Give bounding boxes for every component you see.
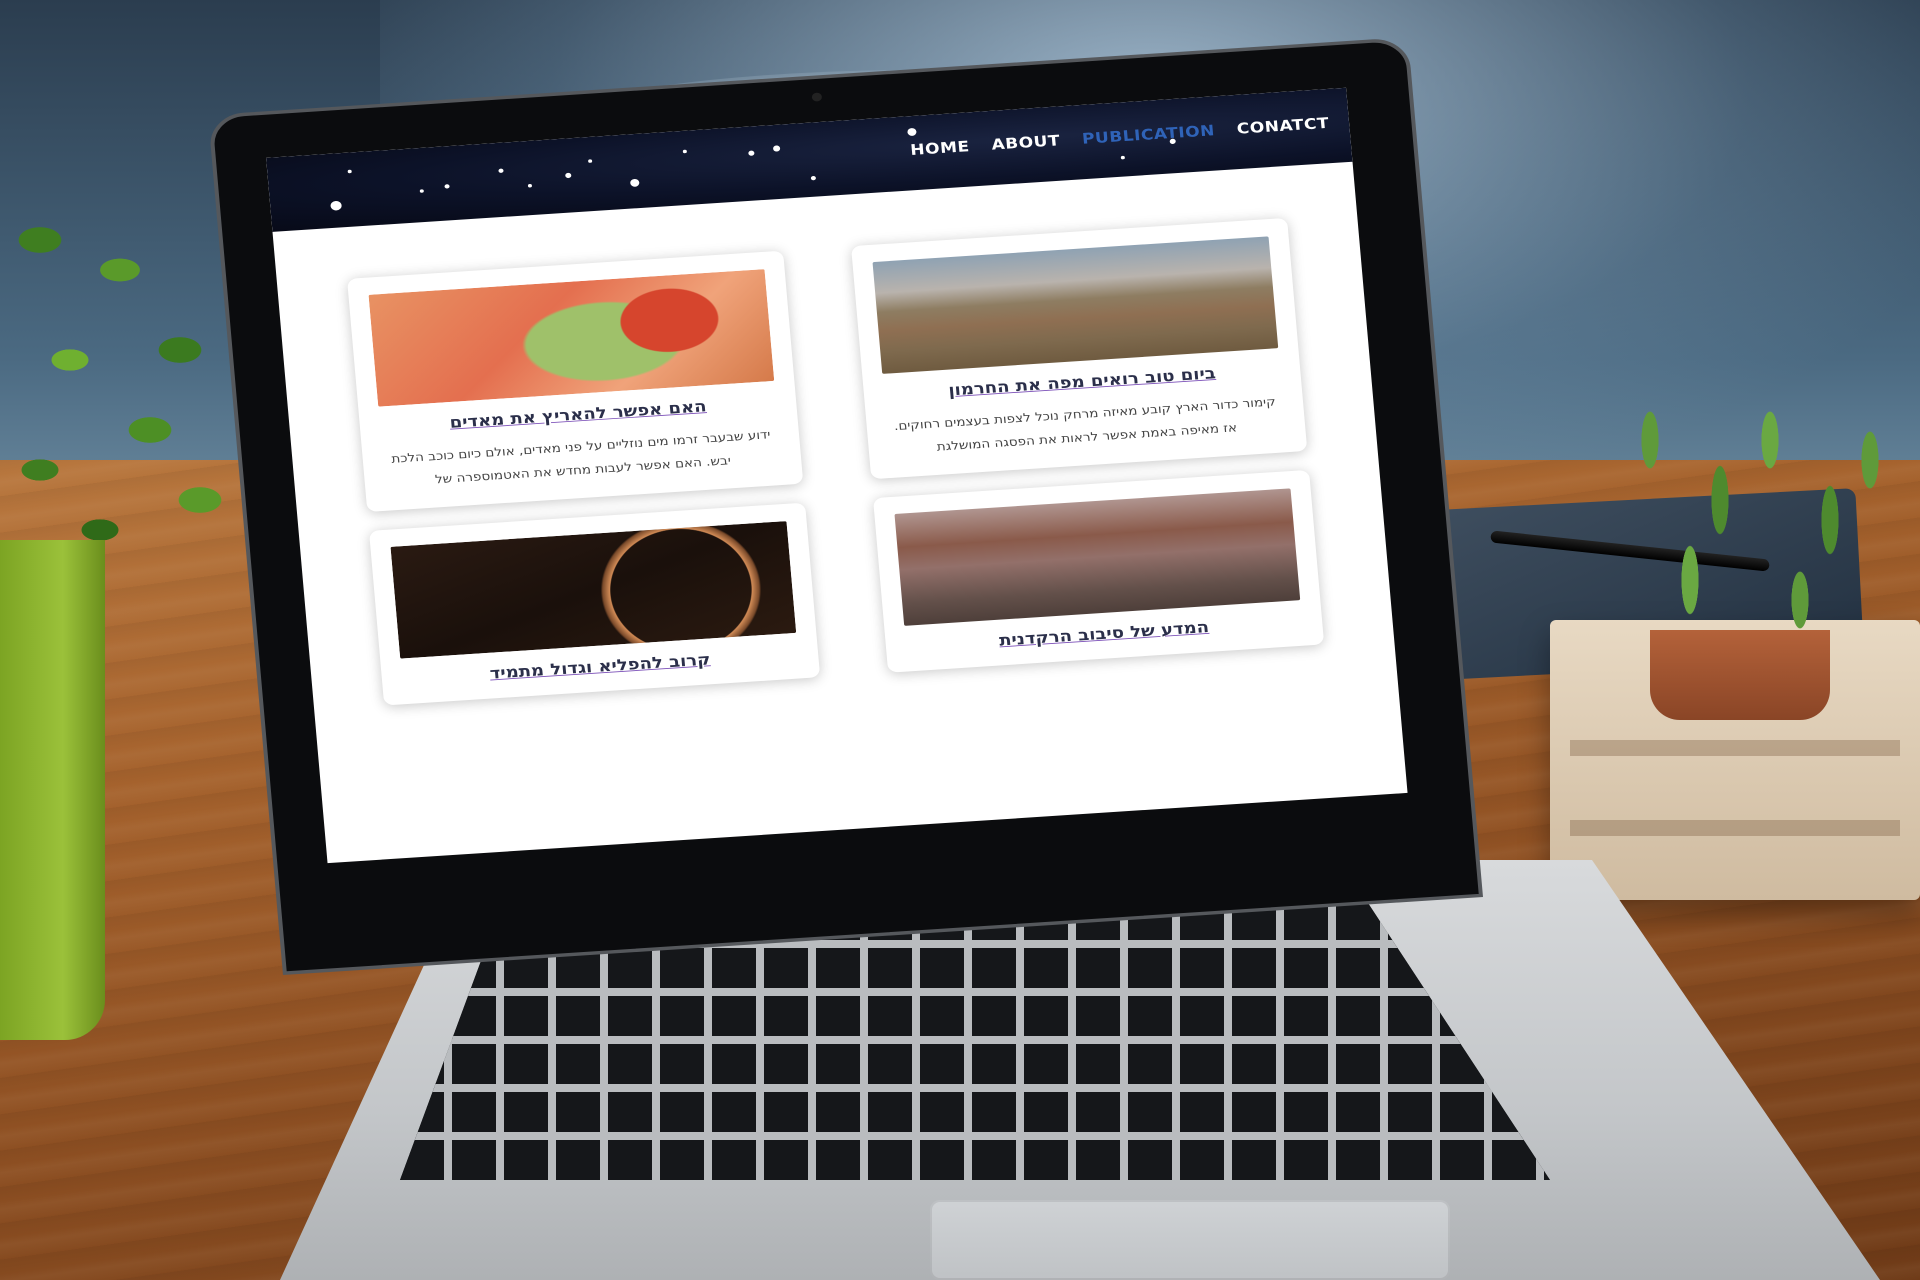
- article-card: האם אפשר להאריץ את מאדים ידוע שבעבר זרמו…: [347, 250, 804, 512]
- star-icon: [748, 150, 755, 156]
- ballet-dancer-image[interactable]: [894, 488, 1301, 626]
- star-icon: [1120, 155, 1125, 160]
- succulent-pot: [1650, 630, 1830, 720]
- star-icon: [565, 172, 572, 179]
- publication-grid: ביום טוב רואים מפה את החרמון קימור כדור …: [273, 162, 1395, 710]
- mountain-landscape-image[interactable]: [872, 236, 1279, 374]
- article-card: קרוב להפליא וגדול מתמיד: [368, 502, 821, 706]
- mars-terraform-image[interactable]: [368, 269, 775, 407]
- star-icon: [330, 200, 342, 211]
- star-icon: [682, 149, 687, 154]
- main-navigation: HOME ABOUT PUBLICATION CONATCT: [910, 115, 1330, 159]
- laptop-screen-lid: HOME ABOUT PUBLICATION CONATCT ביום טוב …: [208, 37, 1483, 975]
- article-excerpt: קימור כדור הארץ קובע מאיזה מרחק נוכל לצפ…: [893, 395, 1277, 455]
- article-card: ביום טוב רואים מפה את החרמון קימור כדור …: [851, 217, 1308, 480]
- star-icon: [444, 184, 450, 189]
- star-icon: [907, 127, 917, 137]
- plant-leaves-left: [0, 200, 240, 580]
- star-icon: [498, 168, 504, 174]
- nav-home-link[interactable]: HOME: [910, 138, 971, 159]
- moon-crescent-image[interactable]: [390, 521, 797, 659]
- webcam-icon: [811, 92, 823, 102]
- nav-about-link[interactable]: ABOUT: [991, 132, 1061, 154]
- star-icon: [810, 175, 817, 181]
- plant-pot-left: [0, 540, 105, 1040]
- article-excerpt: ידוע שבעבר זרמו מים נוזליים על פני מאדים…: [390, 427, 771, 487]
- star-icon: [347, 169, 352, 174]
- star-icon: [629, 178, 640, 187]
- nav-publication-link[interactable]: PUBLICATION: [1081, 122, 1215, 148]
- star-icon: [527, 183, 533, 188]
- star-icon: [772, 145, 781, 152]
- nav-contact-link[interactable]: CONATCT: [1236, 115, 1330, 138]
- article-card: המדע של סיבוב הרקדנית: [872, 469, 1325, 673]
- star-icon: [419, 189, 424, 193]
- website-viewport: HOME ABOUT PUBLICATION CONATCT ביום טוב …: [266, 87, 1408, 864]
- laptop-trackpad: [930, 1200, 1450, 1280]
- star-icon: [588, 159, 593, 163]
